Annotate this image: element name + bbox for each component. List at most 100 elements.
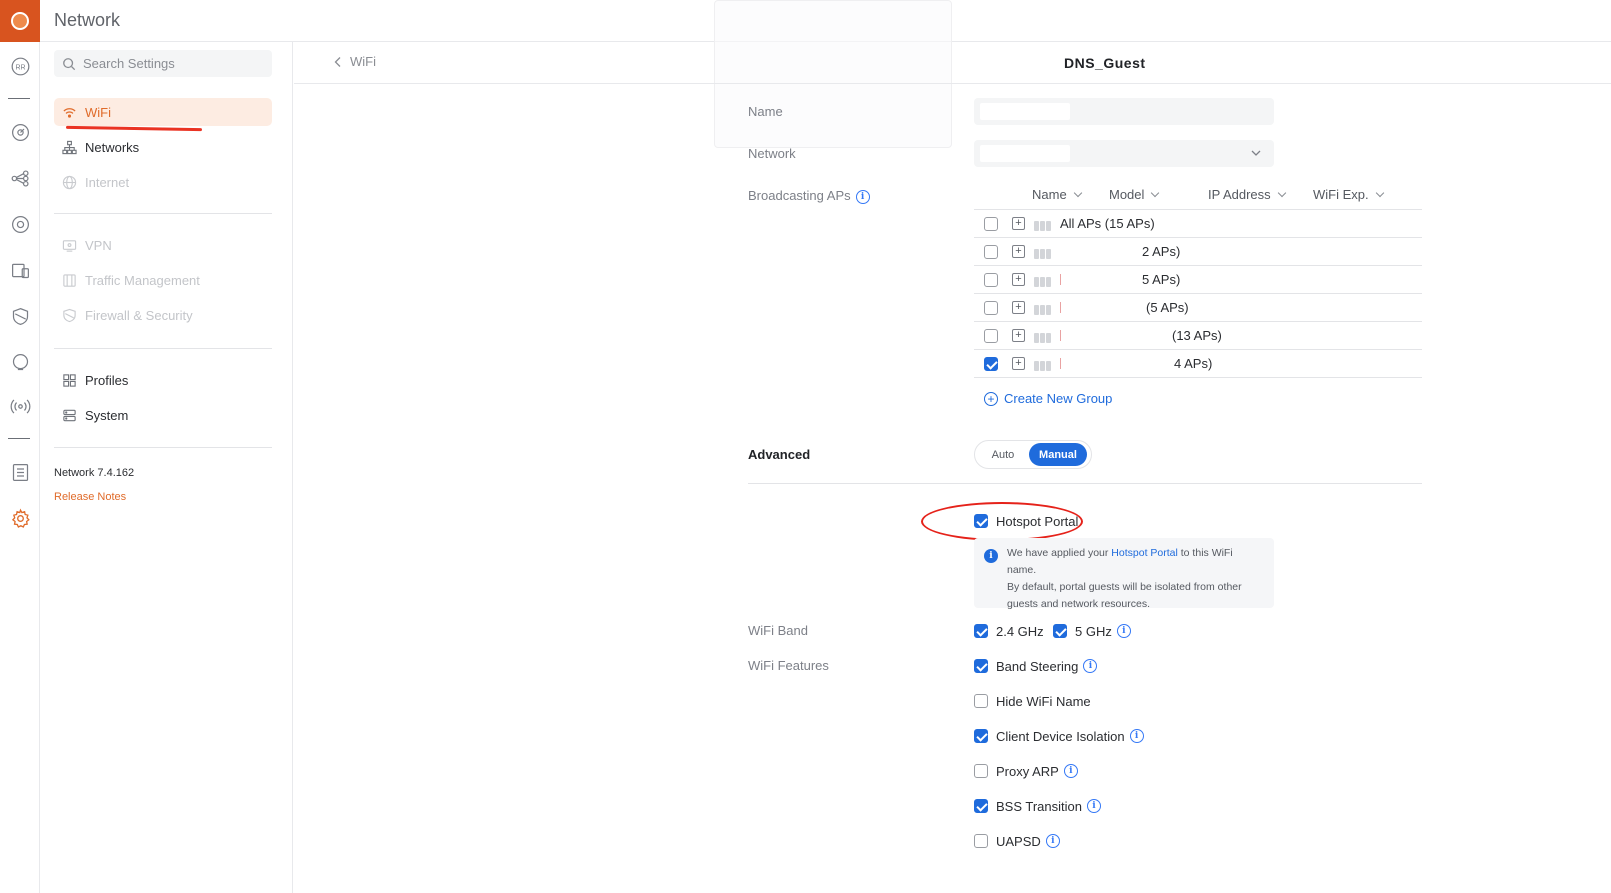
info-icon[interactable]: i <box>1087 799 1101 813</box>
feature-label: UAPSD <box>996 833 1041 849</box>
sidebar-item-networks[interactable]: Networks <box>54 133 272 161</box>
feature-hide-wifi-name[interactable]: Hide WiFi Name <box>974 692 1091 710</box>
hotspot-portal-link[interactable]: Hotspot Portal <box>1111 547 1178 559</box>
feature-label: Band Steering <box>996 658 1079 674</box>
band-steering-checkbox[interactable] <box>974 659 988 673</box>
table-row: + 2 APs) <box>974 238 1422 266</box>
notice-prefix: We have applied your <box>1007 547 1112 559</box>
create-group-label: Create New Group <box>1004 391 1113 406</box>
info-icon[interactable]: i <box>1116 624 1131 638</box>
sidebar-item-wifi[interactable]: WiFi <box>54 98 272 126</box>
info-icon[interactable]: i <box>1045 834 1060 848</box>
expand-icon[interactable]: + <box>1012 329 1025 342</box>
wifi-features-label: WiFi Features <box>748 658 829 673</box>
row-checkbox[interactable] <box>984 301 998 315</box>
row-checkbox[interactable] <box>984 357 998 371</box>
proxy-arp-checkbox[interactable] <box>974 764 988 778</box>
sidebar-item-vpn[interactable]: VPN <box>54 231 272 259</box>
expand-icon[interactable]: + <box>1012 357 1025 370</box>
band-24ghz-option[interactable]: 2.4 GHz <box>974 622 1044 640</box>
system-icon <box>63 409 76 421</box>
ap-group-name: 2 APs) <box>1142 244 1181 259</box>
sidebar-item-label: Profiles <box>85 372 129 388</box>
info-icon[interactable]: i <box>855 189 870 204</box>
clients-icon[interactable] <box>8 258 32 282</box>
sidebar-item-traffic-management[interactable]: Traffic Management <box>54 266 272 294</box>
app-logo[interactable] <box>0 0 40 42</box>
logs-icon[interactable] <box>8 460 32 484</box>
info-icon[interactable]: i <box>1063 764 1078 778</box>
notice-line-2: By default, portal guests will be isolat… <box>1007 581 1242 593</box>
uapsd-checkbox[interactable] <box>974 834 988 848</box>
hotspot-notice: i We have applied your Hotspot Portal to… <box>974 538 1274 610</box>
security-icon[interactable] <box>8 304 32 328</box>
wifi-edit-panel: WiFi DNS_Guest Name Network Broadcasting… <box>294 0 1611 893</box>
name-label: Name <box>748 104 783 119</box>
feature-client-device-isolation[interactable]: Client Device Isolation i <box>974 727 1144 745</box>
section-divider <box>748 483 1422 484</box>
row-checkbox[interactable] <box>984 329 998 343</box>
app-root: RR Network Search Settings WiFi Networks… <box>0 0 1611 893</box>
column-header-model[interactable]: Model <box>1109 187 1158 202</box>
sidebar-item-internet[interactable]: Internet <box>54 168 272 196</box>
band-5ghz-checkbox[interactable] <box>1053 624 1067 638</box>
table-row: + 5 APs) <box>974 266 1422 294</box>
feature-proxy-arp[interactable]: Proxy ARP i <box>974 762 1078 780</box>
sidebar-divider <box>54 447 272 448</box>
search-box[interactable] <box>54 50 272 77</box>
row-checkbox[interactable] <box>984 217 998 231</box>
networks-icon <box>62 140 77 154</box>
redacted-name <box>1060 358 1061 369</box>
row-checkbox[interactable] <box>984 245 998 259</box>
release-notes-link[interactable]: Release Notes <box>54 491 126 503</box>
back-label: WiFi <box>350 54 376 69</box>
expand-icon[interactable]: + <box>1012 217 1025 230</box>
column-header-ip-address[interactable]: IP Address <box>1208 187 1285 202</box>
bss-transition-checkbox[interactable] <box>974 799 988 813</box>
info-icon[interactable]: i <box>1083 659 1098 673</box>
network-select[interactable] <box>974 140 1274 167</box>
sidebar-item-label: VPN <box>85 237 112 253</box>
hide-wifi-name-checkbox[interactable] <box>974 694 988 708</box>
row-checkbox[interactable] <box>984 273 998 287</box>
ap-group-name: (5 APs) <box>1146 300 1189 315</box>
plus-circle-icon: + <box>984 391 998 406</box>
info-icon[interactable]: i <box>1129 729 1144 743</box>
sidebar-item-system[interactable]: System <box>54 401 272 429</box>
column-header-name[interactable]: Name <box>1032 187 1081 202</box>
expand-icon[interactable]: + <box>1012 245 1025 258</box>
client-device-isolation-checkbox[interactable] <box>974 729 988 743</box>
band-5ghz-option[interactable]: 5 GHz i <box>1053 622 1131 640</box>
avatar[interactable]: RR <box>8 54 32 78</box>
chevron-down-icon <box>1251 150 1261 156</box>
ap-group-icon <box>1034 275 1052 287</box>
avatar-initials: RR <box>15 64 25 71</box>
feature-band-steering[interactable]: Band Steering i <box>974 657 1098 675</box>
network-label: Network <box>748 146 796 161</box>
band-24ghz-checkbox[interactable] <box>974 624 988 638</box>
topology-icon[interactable] <box>8 166 32 190</box>
devices-icon[interactable] <box>8 212 32 236</box>
insights-icon[interactable] <box>8 350 32 374</box>
name-input[interactable] <box>974 98 1274 125</box>
wifi-band-label: WiFi Band <box>748 623 808 638</box>
create-new-group-button[interactable]: + Create New Group <box>984 391 1112 406</box>
expand-icon[interactable]: + <box>1012 273 1025 286</box>
redacted-name <box>1060 274 1061 285</box>
redacted-value <box>980 103 1070 120</box>
column-header-wifi-exp[interactable]: WiFi Exp. <box>1313 187 1383 202</box>
back-link[interactable]: WiFi <box>332 54 376 69</box>
feature-bss-transition[interactable]: BSS Transition i <box>974 797 1101 815</box>
sidebar-item-profiles[interactable]: Profiles <box>54 366 272 394</box>
expand-icon[interactable]: + <box>1012 301 1025 314</box>
radios-icon[interactable] <box>8 394 32 418</box>
search-input[interactable] <box>83 56 263 71</box>
sidebar-item-firewall-security[interactable]: Firewall & Security <box>54 301 272 329</box>
settings-gear-icon[interactable] <box>8 506 32 530</box>
dashboard-icon[interactable] <box>8 120 32 144</box>
mode-auto-button[interactable]: Auto <box>977 443 1029 466</box>
feature-uapsd[interactable]: UAPSD i <box>974 832 1060 850</box>
mode-manual-button[interactable]: Manual <box>1029 443 1087 466</box>
wifi-icon <box>63 107 76 118</box>
ap-group-icon <box>1034 331 1052 343</box>
